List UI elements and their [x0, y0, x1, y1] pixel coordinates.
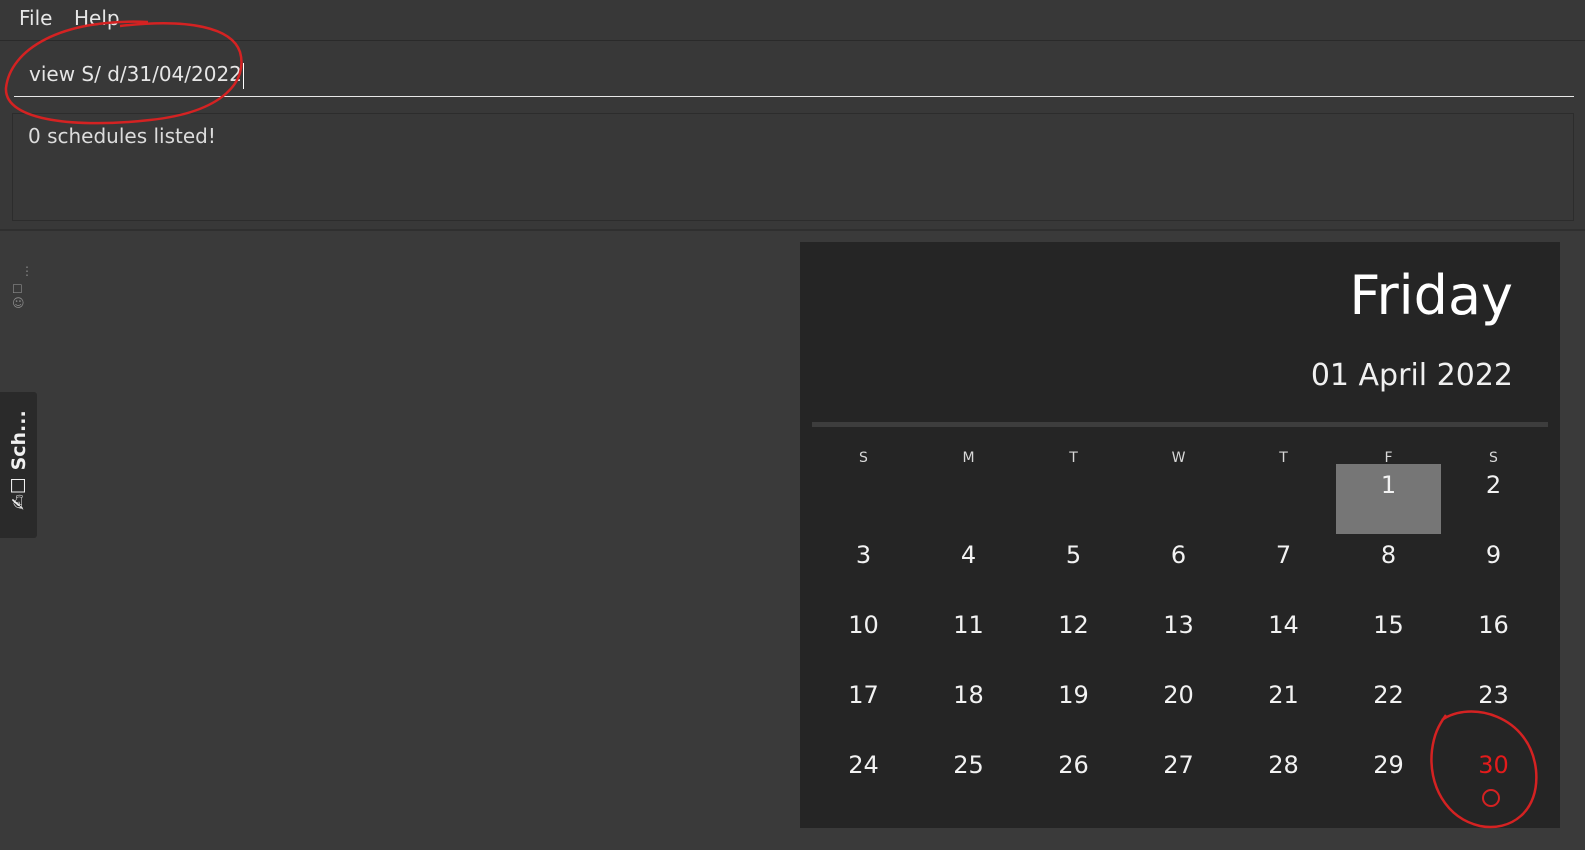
- calendar-day-number: 5: [1065, 541, 1082, 569]
- calendar-day-22[interactable]: 22: [1336, 674, 1441, 744]
- calendar-day-number: 28: [1268, 751, 1299, 779]
- calendar-day-number: 2: [1485, 471, 1502, 499]
- command-input-text: view S/ d/31/04/2022: [29, 62, 242, 86]
- calendar-day-number: 1: [1380, 471, 1397, 499]
- calendar-day-name: Friday: [1349, 264, 1513, 327]
- calendar-day-28[interactable]: 28: [1231, 744, 1336, 814]
- result-message: 0 schedules listed!: [28, 124, 216, 148]
- toolbar-icons: ⋮ ☐ ☺: [12, 264, 33, 310]
- calendar-day-18[interactable]: 18: [916, 674, 1021, 744]
- calendar-day-23[interactable]: 23: [1441, 674, 1546, 744]
- calendar-day-number: 9: [1485, 541, 1502, 569]
- calendar-day-15[interactable]: 15: [1336, 604, 1441, 674]
- calendar-day-number: 19: [1058, 681, 1089, 709]
- smiley-icon[interactable]: ☺: [12, 296, 33, 310]
- calendar-day-17[interactable]: 17: [811, 674, 916, 744]
- text-caret: [242, 62, 244, 89]
- calendar-empty-cell: [1126, 464, 1231, 534]
- calendar-day-number: 22: [1373, 681, 1404, 709]
- menu-help[interactable]: Help: [74, 6, 120, 30]
- calendar-day-number: 13: [1163, 611, 1194, 639]
- calendar-empty-cell: [811, 464, 916, 534]
- calendar-day-number: 18: [953, 681, 984, 709]
- calendar-day-2[interactable]: 2: [1441, 464, 1546, 534]
- calendar-day-3[interactable]: 3: [811, 534, 916, 604]
- calendar-day-number: 30: [1478, 751, 1509, 779]
- calendar-day-7[interactable]: 7: [1231, 534, 1336, 604]
- calendar-day-number: 29: [1373, 751, 1404, 779]
- calendar-date-label: 01 April 2022: [1310, 358, 1513, 393]
- calendar-day-number: 11: [953, 611, 984, 639]
- calendar-day-number: 7: [1275, 541, 1292, 569]
- schedule-list-panel: [0, 231, 797, 850]
- calendar-day-26[interactable]: 26: [1021, 744, 1126, 814]
- calendar-empty-cell: [1021, 464, 1126, 534]
- window-icon[interactable]: ☐: [12, 282, 33, 296]
- calendar-day-number: 27: [1163, 751, 1194, 779]
- more-icon[interactable]: ⋮: [21, 264, 33, 278]
- calendar-empty-cell: [916, 464, 1021, 534]
- calendar-day-number: 20: [1163, 681, 1194, 709]
- calendar-day-10[interactable]: 10: [811, 604, 916, 674]
- command-input[interactable]: view S/ d/31/04/2022: [14, 57, 1574, 97]
- calendar-day-number: 4: [960, 541, 977, 569]
- calendar-day-16[interactable]: 16: [1441, 604, 1546, 674]
- calendar-day-number: 3: [855, 541, 872, 569]
- calendar-day-8[interactable]: 8: [1336, 534, 1441, 604]
- calendar-day-21[interactable]: 21: [1231, 674, 1336, 744]
- calendar-day-number: 14: [1268, 611, 1299, 639]
- calendar-day-11[interactable]: 11: [916, 604, 1021, 674]
- calendar-day-number: 8: [1380, 541, 1397, 569]
- calendar-day-5[interactable]: 5: [1021, 534, 1126, 604]
- calendar-day-19[interactable]: 19: [1021, 674, 1126, 744]
- calendar-day-25[interactable]: 25: [916, 744, 1021, 814]
- calendar-day-24[interactable]: 24: [811, 744, 916, 814]
- menu-file[interactable]: File: [19, 6, 52, 30]
- schedule-tab-label: ✍☐ Sch...: [8, 410, 30, 510]
- calendar-panel: Friday 01 April 2022 S M T W T F S 12345…: [800, 242, 1560, 828]
- calendar-day-number: 26: [1058, 751, 1089, 779]
- calendar-day-number: 23: [1478, 681, 1509, 709]
- calendar-day-number: 21: [1268, 681, 1299, 709]
- calendar-day-number: 12: [1058, 611, 1089, 639]
- calendar-day-number: 15: [1373, 611, 1404, 639]
- calendar-day-4[interactable]: 4: [916, 534, 1021, 604]
- calendar-day-14[interactable]: 14: [1231, 604, 1336, 674]
- calendar-day-30[interactable]: 30: [1441, 744, 1546, 814]
- calendar-day-29[interactable]: 29: [1336, 744, 1441, 814]
- calendar-day-number: 6: [1170, 541, 1187, 569]
- calendar-day-13[interactable]: 13: [1126, 604, 1231, 674]
- calendar-day-number: 17: [848, 681, 879, 709]
- calendar-day-27[interactable]: 27: [1126, 744, 1231, 814]
- command-area: view S/ d/31/04/2022 0 schedules listed!: [0, 41, 1585, 231]
- calendar-day-number: 25: [953, 751, 984, 779]
- schedule-side-tab[interactable]: ✍☐ Sch...: [0, 392, 37, 538]
- calendar-day-number: 10: [848, 611, 879, 639]
- calendar-empty-cell: [1231, 464, 1336, 534]
- calendar-day-6[interactable]: 6: [1126, 534, 1231, 604]
- calendar-day-9[interactable]: 9: [1441, 534, 1546, 604]
- menu-bar: File Help: [0, 0, 1585, 41]
- result-display: 0 schedules listed!: [12, 113, 1574, 221]
- calendar-day-number: 24: [848, 751, 879, 779]
- calendar-day-1[interactable]: 1: [1336, 464, 1441, 534]
- calendar-divider: [812, 422, 1548, 427]
- calendar-day-12[interactable]: 12: [1021, 604, 1126, 674]
- calendar-day-20[interactable]: 20: [1126, 674, 1231, 744]
- calendar-day-number: 16: [1478, 611, 1509, 639]
